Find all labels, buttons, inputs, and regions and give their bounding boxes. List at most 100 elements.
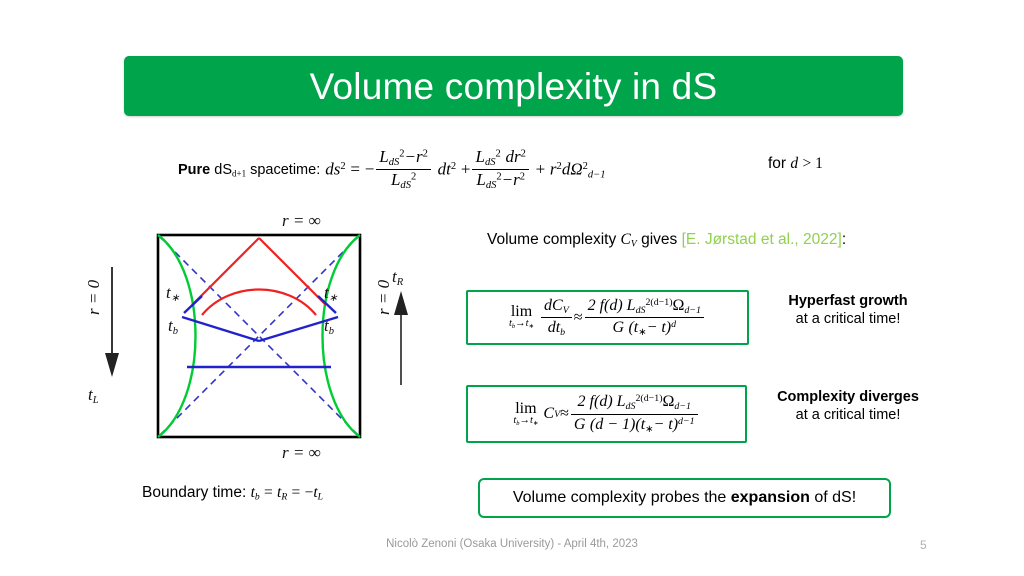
metric-label-bold: Pure (178, 161, 211, 178)
f1-lhs-num-d: d (544, 296, 553, 314)
num2-dr-sup: 2 (520, 148, 526, 160)
f1-rhs-den-sup: d (671, 319, 677, 331)
f1-rhs-L-sub: dS (635, 304, 646, 316)
fraction-1-denominator: LdS2 (376, 169, 431, 191)
vc-prefix: Volume complexity (487, 231, 617, 248)
f2-lhs-C: C (543, 405, 555, 422)
bt-tL-sub: L (317, 491, 324, 503)
metric-condition: for d > 1 (768, 155, 823, 173)
r-symbol: r (549, 159, 557, 179)
note-complexity-diverges: Complexity diverges at a critical time! (752, 389, 944, 424)
den1-L: L (390, 170, 401, 190)
den2-minus-r: −r (501, 170, 520, 190)
ds-exponent: 2 (340, 161, 346, 173)
f1-lim-tstar-sub: ∗ (528, 323, 535, 331)
slide-root: Volume complexity in dS Pure dSd+1 space… (0, 0, 1024, 576)
label-t-R-sub: R (396, 276, 404, 288)
vc-symbol-sub: V (630, 238, 637, 250)
volume-complexity-intro: Volume complexity CV gives [E. Jørstad e… (487, 231, 846, 250)
f2-rhs-den-sup: d−1 (678, 415, 695, 427)
f2-approx: ≈ (560, 405, 569, 422)
label-t-star-left: t∗ (166, 283, 180, 304)
label-r-infinity-top: r = ∞ (282, 211, 321, 230)
dt-exponent: 2 (450, 161, 457, 173)
f1-lhs-num: dCV (541, 297, 572, 317)
t-L-arrow-head (105, 353, 119, 377)
note-1-subtitle: at a critical time! (795, 310, 901, 327)
num2-dr: dr (505, 147, 521, 166)
fraction-2-numerator: LdS2 dr2 (472, 147, 528, 169)
f1-lhs-num-C: C (552, 296, 563, 314)
label-t-b-right: tb (324, 316, 334, 337)
extremal-red-upper-left (191, 237, 260, 306)
vc-gives: gives (641, 231, 678, 248)
f1-rhs-den-paren: (t (628, 319, 639, 336)
f2-lim-arrow: → (519, 414, 531, 426)
footer-attribution: Nicolò Zenoni (Osaka University) - April… (386, 538, 638, 550)
bt-eq1: = (263, 484, 273, 501)
plus-sign-2: + (535, 159, 546, 179)
vc-colon: : (841, 231, 847, 248)
minus-sign: − (364, 159, 375, 179)
formula-box-complexity-divergence: lim tb→t∗ CV ≈ 2 f(d) LdS2(d−1)Ωd−1 G (d… (466, 385, 747, 443)
num1-minus-r: −r (404, 147, 423, 166)
label-t-b-left-sub: b (172, 325, 178, 337)
den2-r-sup: 2 (519, 172, 525, 184)
den1-L-sup: 2 (410, 172, 417, 184)
num2-L-sup: 2 (495, 148, 501, 160)
num1-L: L (379, 147, 389, 166)
den2-L-sub: dS (485, 180, 497, 192)
metric-formula: ds2 = − LdS2−r2 LdS2 dt2 + LdS2 dr2 LdS2−r2 … (325, 147, 605, 192)
conclusion-part1: Volume complexity probes the (512, 489, 731, 506)
f1-lhs-den-sub: b (560, 326, 566, 338)
f2-lim-tstar-sub: ∗ (532, 419, 539, 427)
f2-rhs-den-d1: (d − 1)(t (589, 415, 646, 433)
formula-1-rhs-fraction: 2 f(d) LdS2(d−1)Ωd−1 G (t∗− t)d (584, 296, 704, 339)
domega-symbol: dΩ (561, 159, 583, 179)
f2-rhs-den-G: G (573, 415, 586, 433)
f1-rhs-omega-sub: d−1 (684, 304, 701, 316)
num1-L-sub: dS (388, 156, 400, 168)
label-r-zero-left: r = 0 (84, 279, 103, 315)
vc-symbol: C (620, 231, 631, 248)
f1-lim-subscript: tb→t∗ (509, 319, 534, 330)
metric-label-sub: d+1 (232, 168, 247, 179)
f2-rhs-num: 2 f(d) LdS2(d−1)Ωd−1 (571, 393, 698, 413)
note-2-subtitle: at a critical time! (795, 406, 901, 423)
extremal-blue-left (181, 315, 260, 343)
condition-variable: d (790, 155, 799, 172)
boundary-time-prefix: Boundary time: (142, 484, 247, 501)
f2-rhs-omega-sub: d−1 (674, 400, 691, 412)
label-t-b-left: tb (168, 316, 178, 337)
f2-rhs-num-main: 2 f(d) L (577, 393, 626, 411)
bt-eq2: = (291, 484, 301, 501)
page-number: 5 (920, 538, 927, 552)
label-r-infinity-bottom: r = ∞ (282, 443, 321, 462)
note-2-title: Complexity diverges (777, 389, 919, 405)
formula-1-lhs-fraction: dCV dtb (541, 297, 572, 339)
fraction-2-denominator: LdS2−r2 (472, 169, 529, 192)
f2-lim-subscript: tb→t∗ (513, 414, 539, 427)
label-t-R: tR (392, 267, 403, 288)
f1-rhs-den: G (t∗− t)d (584, 317, 704, 338)
fraction-1: LdS2−r2 LdS2 (376, 147, 431, 192)
f1-lhs-den-dt: dt (547, 319, 561, 336)
f1-rhs-den-G: G (612, 319, 625, 336)
boundary-time-caption: Boundary time: tb = tR = −tL (142, 484, 323, 503)
t-R-arrow-head (394, 291, 408, 315)
f1-rhs-L-sup: 2(d−1) (645, 296, 673, 308)
plus-sign: + (460, 159, 471, 179)
formula-box-growth-rate: lim tb→t∗ dCV dtb ≈ 2 f(d) LdS2(d−1)Ωd−1… (466, 290, 749, 345)
note-hyperfast-growth: Hyperfast growth at a critical time! (757, 293, 939, 328)
label-t-L: tL (88, 385, 99, 406)
f2-rhs-omega: Ω (662, 393, 675, 411)
label-t-star-right-sub: ∗ (328, 292, 338, 304)
formula-2-limit: lim tb→t∗ (513, 400, 539, 427)
extremal-red-arc (201, 288, 317, 316)
citation-reference[interactable]: [E. Jørstad et al., 2022] (682, 231, 842, 248)
conclusion-box: Volume complexity probes the expansion o… (478, 478, 891, 518)
note-1-title: Hyperfast growth (788, 293, 908, 309)
f2-rhs-den-minus-t: − t) (653, 415, 679, 433)
label-t-b-right-sub: b (328, 325, 334, 337)
condition-relation: > 1 (802, 155, 823, 172)
